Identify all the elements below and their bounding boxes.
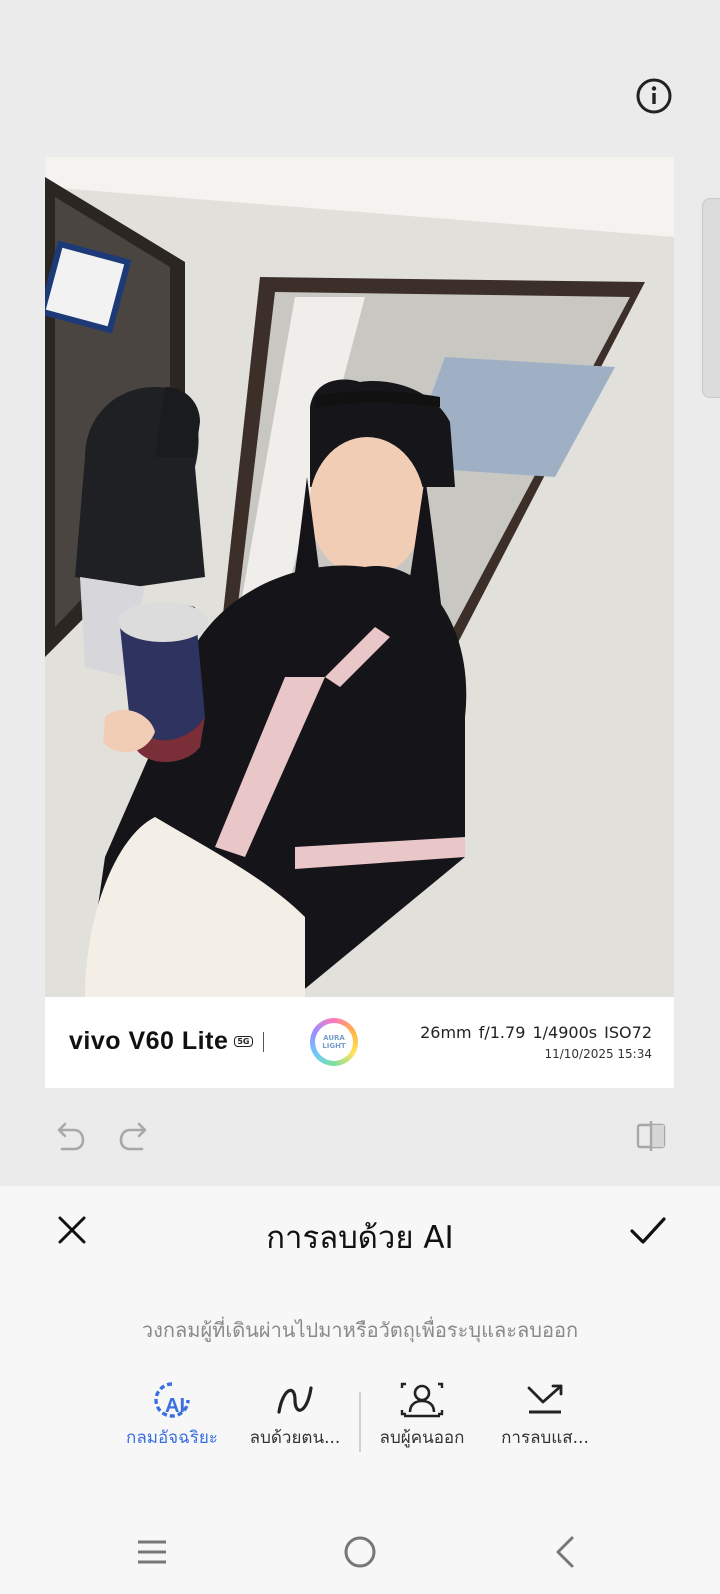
info-button[interactable] — [634, 76, 674, 116]
aura-light-logo-inner: AURA LIGHT — [315, 1023, 353, 1061]
aura-light-line1: AURA — [323, 1034, 345, 1042]
aura-light-logo: AURA LIGHT — [310, 1018, 358, 1066]
checkmark-icon — [630, 1217, 666, 1244]
watermark-5g-badge: 5G — [234, 1036, 253, 1047]
watermark-datetime: 11/10/2025 15:34 — [544, 1047, 652, 1061]
side-panel-handle[interactable] — [702, 198, 720, 398]
mode-remove-people-label: ลบผู้คนออก — [379, 1428, 465, 1448]
compare-icon — [636, 1121, 666, 1151]
svg-text:AI: AI — [165, 1395, 185, 1417]
system-nav-bar — [0, 1512, 720, 1594]
people-remove-icon — [400, 1382, 444, 1418]
menu-icon — [138, 1540, 166, 1564]
nav-home-button[interactable] — [332, 1524, 388, 1580]
mode-remove-reflection-icon-wrap — [521, 1378, 569, 1422]
watermark-divider — [262, 1031, 264, 1052]
edited-photo[interactable] — [45, 157, 674, 997]
erase-mode-selector: AI กลมอัจฉริยะ ลบด้วยตน... ลบผู้คนออก กา… — [0, 1378, 720, 1458]
nav-back-button[interactable] — [538, 1524, 594, 1580]
close-icon — [58, 1216, 86, 1244]
mode-manual-erase-label: ลบด้วยตน... — [249, 1428, 341, 1448]
confirm-button[interactable] — [626, 1208, 670, 1252]
close-button[interactable] — [50, 1208, 94, 1252]
mode-manual-erase-icon-wrap — [271, 1378, 319, 1422]
info-circle-icon — [636, 78, 672, 114]
mode-remove-people-icon-wrap — [398, 1378, 446, 1422]
redo-icon — [119, 1122, 147, 1151]
mode-smart-circle-label: กลมอัจฉริยะ — [126, 1428, 218, 1448]
mode-remove-reflection-label: การลบแส... — [501, 1428, 589, 1448]
photo-image — [45, 157, 674, 997]
redo-button[interactable] — [114, 1114, 158, 1158]
compare-button[interactable] — [628, 1114, 672, 1158]
photo-preview[interactable]: vivo V60 Lite 5G AURA LIGHT 26mm f/1.79 … — [45, 157, 674, 1088]
instruction-text: วงกลมผู้ที่เดินผ่านไปมาหรือวัตถุเพื่อระบ… — [141, 1318, 579, 1342]
mode-remove-reflection[interactable]: การลบแส... — [470, 1378, 620, 1451]
watermark-brand-text: vivo V60 Lite — [69, 1027, 229, 1055]
watermark-brand: vivo V60 Lite 5G — [69, 1027, 264, 1056]
undo-icon — [57, 1122, 85, 1151]
camera-watermark: vivo V60 Lite 5G AURA LIGHT 26mm f/1.79 … — [45, 997, 674, 1088]
back-chevron-icon — [556, 1536, 574, 1568]
ai-circle-icon: AI — [154, 1382, 190, 1418]
edit-history-toolbar — [0, 1108, 720, 1168]
aura-light-line2: LIGHT — [322, 1042, 346, 1050]
reflection-remove-icon — [527, 1384, 563, 1414]
brush-stroke-icon — [277, 1386, 313, 1414]
sheet-title: การลบด้วย AI — [266, 1220, 454, 1256]
editor-canvas-area: vivo V60 Lite 5G AURA LIGHT 26mm f/1.79 … — [0, 0, 720, 1186]
home-circle-icon — [344, 1536, 376, 1568]
watermark-specs: 26mm f/1.79 1/4900s ISO72 — [420, 1023, 652, 1042]
undo-button[interactable] — [46, 1114, 90, 1158]
nav-menu-button[interactable] — [124, 1524, 180, 1580]
mode-smart-circle-icon-wrap: AI — [148, 1378, 196, 1422]
